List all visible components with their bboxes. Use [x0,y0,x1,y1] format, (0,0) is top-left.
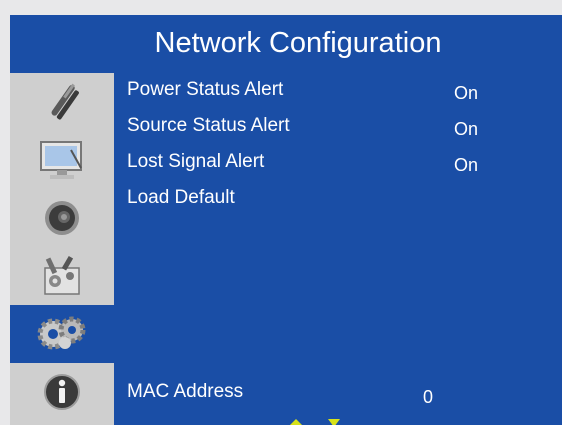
menu-row-source-status-alert[interactable]: Source Status Alert On [127,111,557,147]
sidebar-item-network[interactable] [10,305,114,363]
settings-tools-icon [39,254,85,298]
tools-icon [40,80,84,124]
menu-value: On [454,119,479,139]
monitor-icon [37,138,87,182]
navigation-hint [280,416,360,425]
menu-row-load-default[interactable]: Load Default [127,183,557,219]
menu-value: On [454,155,479,175]
menu-row-power-status-alert[interactable]: Power Status Alert On [127,75,557,111]
sidebar-item-audio[interactable] [10,189,114,247]
mac-address-label: MAC Address [127,381,244,402]
menu-label: Load Default [127,187,235,208]
network-gears-icon [35,312,89,356]
menu-label: Power Status Alert [127,79,284,100]
sidebar [10,73,114,425]
arrow-up-icon [290,419,302,425]
menu-label: Lost Signal Alert [127,151,265,172]
menu-row-lost-signal-alert[interactable]: Lost Signal Alert On [127,147,557,183]
menu-value: On [454,83,479,103]
menu-label: Source Status Alert [127,115,290,136]
mac-address-value: 0 [423,387,434,407]
sidebar-item-tools[interactable] [10,73,114,131]
mac-address-row: MAC Address 0 [127,381,557,413]
arrow-down-icon [328,419,340,425]
speaker-icon [40,196,84,240]
info-icon [40,370,84,414]
osd-panel: Network Configuration Power Status Alert… [10,15,562,425]
sidebar-item-display[interactable] [10,131,114,189]
page-title: Network Configuration [154,27,442,59]
sidebar-item-setup[interactable] [10,247,114,305]
sidebar-item-info[interactable] [10,363,114,421]
